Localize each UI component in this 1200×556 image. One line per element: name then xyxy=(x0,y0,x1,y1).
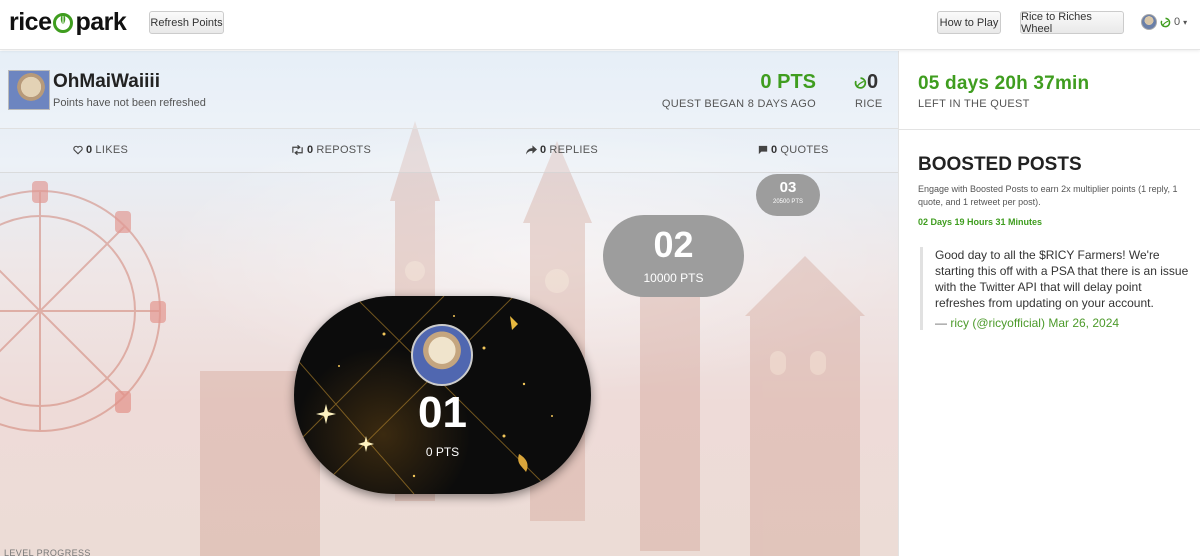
main-panel: OhMaiWaiiii Points have not been refresh… xyxy=(0,51,898,556)
quest-timer: 05 days 20h 37min xyxy=(918,73,1090,94)
replies-label: REPLIES xyxy=(549,144,598,156)
quotes-stat: 0 QUOTES xyxy=(758,144,829,156)
tweet-author-link[interactable]: ricy (@ricyofficial) xyxy=(950,316,1045,330)
leaderboard-rank-2[interactable]: 02 10000 PTS xyxy=(603,215,744,297)
quest-began-caption: QUEST BEGAN 8 DAYS AGO xyxy=(661,98,816,110)
tweet-citation: — ricy (@ricyofficial) Mar 26, 2024 xyxy=(935,316,1120,330)
rice-value: 0 xyxy=(854,71,878,94)
heart-icon xyxy=(73,145,83,155)
rice-grain-logo-icon xyxy=(52,10,74,34)
repost-icon xyxy=(292,145,303,155)
likes-label: LIKES xyxy=(95,144,129,156)
rank-points: 20500 PTS xyxy=(772,199,804,205)
boosted-tweet-embed[interactable]: Good day to all the $RICY Farmers! We're… xyxy=(920,247,1190,330)
tweet-text: Good day to all the $RICY Farmers! We're… xyxy=(935,248,1189,310)
top-navbar: rice park Refresh Points How to Play Ric… xyxy=(0,0,1200,50)
logo-text-left: rice xyxy=(9,7,52,36)
rank-number: 01 xyxy=(418,388,467,437)
quest-sidebar: 05 days 20h 37min LEFT IN THE QUEST BOOS… xyxy=(898,51,1200,556)
comment-icon xyxy=(758,145,768,155)
divider xyxy=(899,129,1200,130)
rice-caption: RICE xyxy=(855,98,883,110)
boosted-posts-title: BOOSTED POSTS xyxy=(918,154,1082,175)
reposts-stat: 0 REPOSTS xyxy=(291,144,371,156)
replies-count: 0 xyxy=(540,144,547,156)
rank-number: 03 xyxy=(779,179,797,196)
rice-icon xyxy=(854,76,867,89)
chevron-down-icon: ▾ xyxy=(1183,17,1188,27)
how-to-play-button[interactable]: How to Play xyxy=(937,11,1001,34)
rice-icon xyxy=(1160,17,1171,27)
tweet-date-link[interactable]: Mar 26, 2024 xyxy=(1048,316,1119,330)
reply-arrow-icon xyxy=(526,145,537,155)
leaderboard-rank-3[interactable]: 03 20500 PTS xyxy=(756,174,820,216)
refresh-status-text: Points have not been refreshed xyxy=(53,97,206,109)
boosted-posts-description: Engage with Boosted Posts to earn 2x mul… xyxy=(918,184,1178,207)
quotes-label: QUOTES xyxy=(780,144,829,156)
profile-header: OhMaiWaiiii Points have not been refresh… xyxy=(0,51,898,129)
refresh-points-button[interactable]: Refresh Points xyxy=(149,11,224,34)
user-rice-count: 0 xyxy=(1174,16,1181,28)
rice-count: 0 xyxy=(867,71,879,93)
points-value: 0 PTS xyxy=(760,71,816,93)
replies-stat: 0 REPLIES xyxy=(526,144,598,156)
quotes-count: 0 xyxy=(771,144,778,156)
avatar xyxy=(411,324,473,386)
rank-points: 10000 PTS xyxy=(643,271,704,285)
reposts-label: REPOSTS xyxy=(316,144,372,156)
level-progress-label: LEVEL PROGRESS xyxy=(4,548,91,556)
reposts-count: 0 xyxy=(307,144,314,156)
user-menu-dropdown[interactable]: 0 ▾ xyxy=(1141,14,1187,30)
quest-timer-caption: LEFT IN THE QUEST xyxy=(918,98,1030,110)
username: OhMaiWaiiii xyxy=(53,71,160,92)
rank-points: 0 PTS xyxy=(425,445,460,459)
rank-number: 02 xyxy=(653,224,694,265)
leaderboard-rank-1[interactable]: 01 0 PTS xyxy=(294,296,591,494)
logo-text-right: park xyxy=(75,7,127,36)
boosted-posts-countdown: 02 Days 19 Hours 31 Minutes xyxy=(918,217,1043,227)
avatar xyxy=(1141,14,1157,30)
likes-stat: 0 LIKES xyxy=(73,144,128,156)
engagement-stats-row: 0 LIKES 0 REPOSTS 0 REPLIES 0 QUOTES xyxy=(0,129,898,173)
ricepark-logo[interactable]: rice park xyxy=(9,6,127,38)
likes-count: 0 xyxy=(86,144,93,156)
rice-to-riches-wheel-button[interactable]: Rice to Riches Wheel xyxy=(1020,11,1124,35)
avatar xyxy=(8,70,50,110)
